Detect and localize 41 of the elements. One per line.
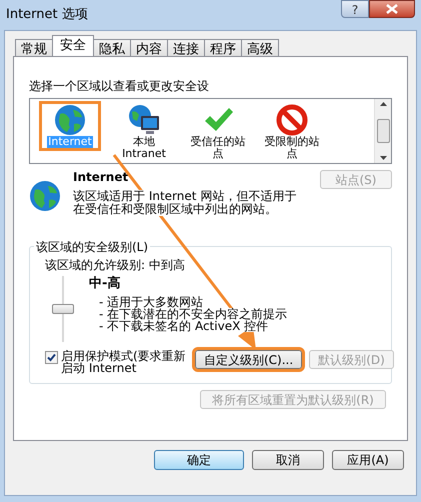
scroll-down-icon	[380, 156, 386, 160]
zone-label: Internet	[47, 136, 93, 148]
tab[interactable]: 安全	[52, 35, 94, 56]
level-description: - 不下载未签名的 ActiveX 控件	[99, 320, 268, 332]
tab[interactable]: 高级	[241, 39, 279, 56]
allowed-level: 该区域的允许级别: 中到高	[45, 257, 186, 274]
dialog-button[interactable]: 应用(A)	[332, 450, 404, 470]
zone-label: 受信任的站点	[190, 136, 246, 160]
tab[interactable]: 连接	[167, 39, 205, 56]
close-icon	[386, 4, 398, 14]
scroll-up-icon	[380, 102, 386, 106]
group-legend: 该区域的安全级别(L)	[34, 238, 150, 256]
tab[interactable]: 内容	[130, 39, 168, 56]
close-button[interactable]	[369, 0, 415, 18]
level-name: 中-高	[89, 274, 122, 293]
scrollbar[interactable]	[374, 99, 391, 163]
tab[interactable]: 程序	[204, 39, 242, 56]
custom-level-button[interactable]: 自定义级别(C)...	[195, 350, 302, 369]
zone-item[interactable]: 本地 Intranet	[113, 101, 175, 163]
zone-prompt: 选择一个区域以查看或更改安全设	[29, 78, 210, 95]
globe-icon	[54, 104, 86, 136]
window-title: Internet 选项	[6, 6, 88, 24]
zone-item[interactable]: 受限制的站点	[261, 101, 323, 163]
globe-icon	[29, 180, 61, 212]
help-button[interactable]: ?	[341, 0, 369, 18]
prohibited-icon	[276, 104, 308, 136]
tab[interactable]: 常规	[15, 39, 53, 56]
protected-mode-label: 启用保护模式(要求重新启动 Internet	[61, 350, 187, 374]
zone-item[interactable]: 受信任的站点	[187, 101, 249, 163]
dialog-button[interactable]: 取消	[252, 450, 324, 470]
tab[interactable]: 隐私	[93, 39, 131, 56]
protected-mode-checkbox[interactable]	[45, 351, 58, 364]
zone-description: 该区域适用于 Internet 网站，但不适用于在受信任和受限制区域中列出的网站。	[73, 190, 298, 216]
dialog-button[interactable]: 确定	[154, 450, 244, 470]
zone-label: 本地 Intranet	[121, 136, 167, 160]
level-description: - 在下载潜在的不安全内容之前提示	[99, 308, 288, 320]
zone-label: 受限制的站点	[264, 136, 320, 160]
scroll-thumb[interactable]	[376, 119, 390, 143]
zone-title: Internet	[73, 169, 130, 186]
globe-monitor-icon	[127, 104, 161, 136]
level-description: - 适用于大多数网站	[99, 296, 204, 308]
